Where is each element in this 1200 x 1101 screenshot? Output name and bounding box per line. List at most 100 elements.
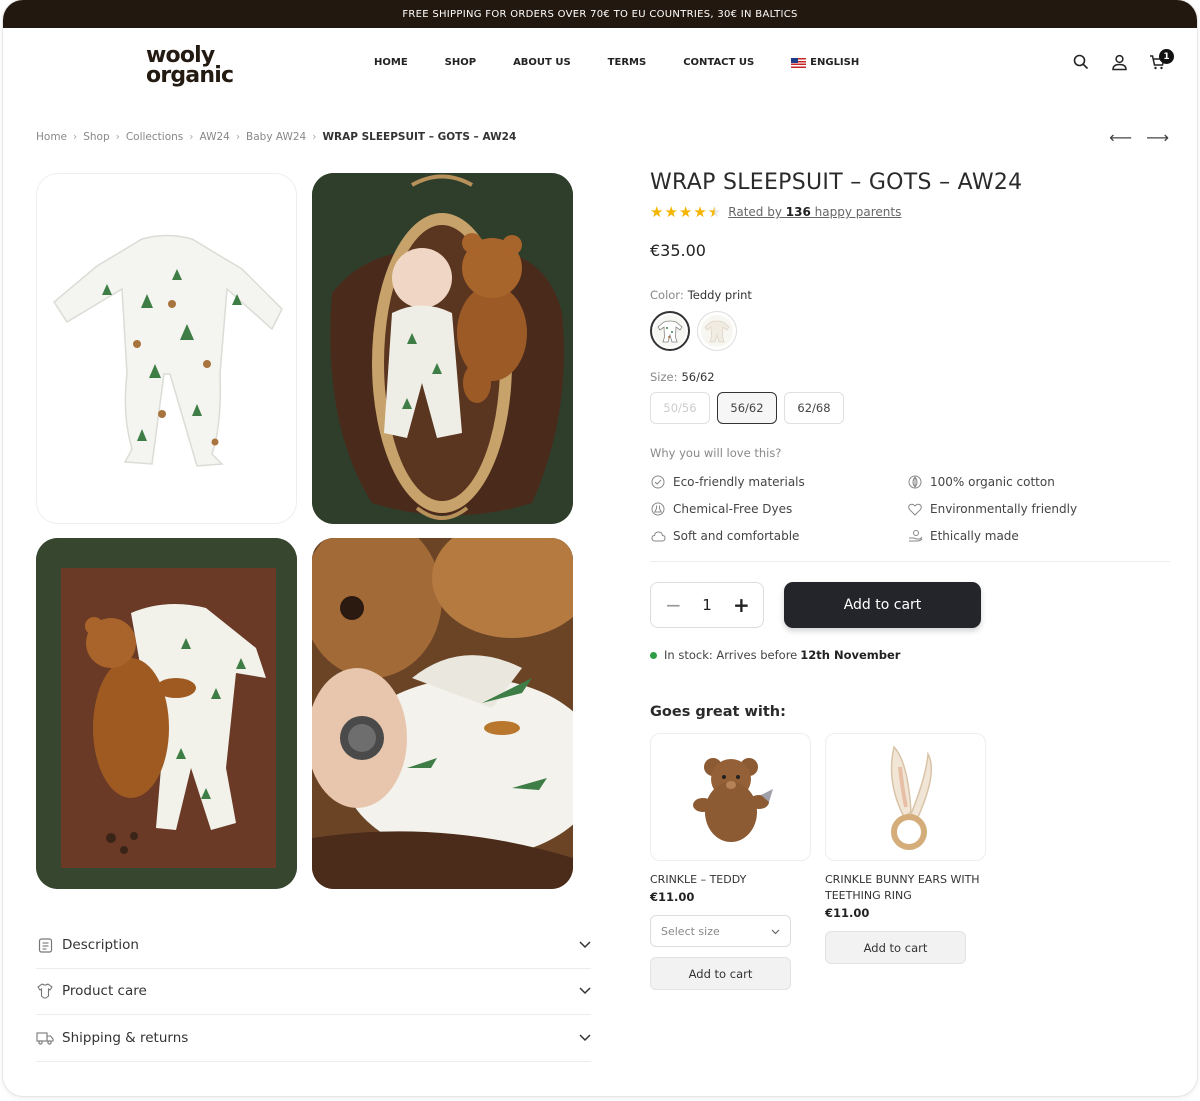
site-header: wooly organic HOME SHOP ABOUT US TERMS C… xyxy=(3,28,1197,100)
cart-count-badge: 1 xyxy=(1159,49,1174,64)
chevron-down-icon xyxy=(579,1030,591,1046)
recommended-product-card: CRINKLE BUNNY EARS WITH TEETHING RING €1… xyxy=(825,733,986,990)
recommended-product-image-teddy[interactable] xyxy=(650,733,811,861)
gallery-image-teddy-on-blanket[interactable] xyxy=(36,538,297,889)
breadcrumb-aw24[interactable]: AW24 xyxy=(199,131,229,143)
nav-shop[interactable]: SHOP xyxy=(445,57,476,68)
language-label: ENGLISH xyxy=(810,57,860,68)
accordion-shipping-returns[interactable]: Shipping & returns xyxy=(36,1015,591,1062)
color-swatch-teddy-print[interactable] xyxy=(650,311,690,351)
color-value: Teddy print xyxy=(687,288,752,302)
flask-icon xyxy=(650,501,666,517)
feature-label: Environmentally friendly xyxy=(930,502,1078,516)
in-stock-dot-icon xyxy=(650,651,657,659)
rating-prefix: Rated by xyxy=(728,205,782,219)
search-icon[interactable] xyxy=(1071,52,1091,72)
recommended-add-to-cart-button[interactable]: Add to cart xyxy=(650,957,791,990)
gallery-image-baby-closeup[interactable] xyxy=(312,538,573,889)
breadcrumb: Home › Shop › Collections › AW24 › Baby AW24… xyxy=(36,131,516,143)
star-full-icon: ★ xyxy=(650,203,664,221)
heart-icon xyxy=(907,501,923,517)
nav-terms[interactable]: TERMS xyxy=(608,57,647,68)
quantity-value[interactable]: 1 xyxy=(702,596,712,614)
goes-great-with-heading: Goes great with: xyxy=(650,704,786,720)
nav-home[interactable]: HOME xyxy=(374,57,408,68)
recommended-product-price: €11.00 xyxy=(825,906,870,920)
recommended-product-name[interactable]: CRINKLE BUNNY EARS WITH TEETHING RING xyxy=(825,872,985,904)
us-flag-icon xyxy=(791,57,807,68)
language-selector[interactable]: ENGLISH xyxy=(791,57,859,68)
add-to-cart-button[interactable]: Add to cart xyxy=(784,582,981,628)
hand-care-icon xyxy=(907,528,923,544)
recommended-product-name[interactable]: CRINKLE – TEDDY xyxy=(650,872,810,888)
main-nav: HOME SHOP ABOUT US TERMS CONTACT US ENGL… xyxy=(374,57,896,68)
breadcrumb-separator: › xyxy=(189,131,194,143)
recommended-product-card: CRINKLE – TEDDY €11.00 Select size Add t… xyxy=(650,733,811,990)
logo[interactable]: wooly organic xyxy=(146,45,234,87)
product-rating[interactable]: ★ ★ ★ ★ ★ Rated by 136 happy parents xyxy=(650,203,1170,221)
breadcrumb-baby-aw24[interactable]: Baby AW24 xyxy=(246,131,306,143)
recommended-products: CRINKLE – TEDDY €11.00 Select size Add t… xyxy=(650,733,1170,990)
product-title: WRAP SLEEPSUIT – GOTS – AW24 xyxy=(650,170,1023,195)
truck-icon xyxy=(36,1029,54,1047)
size-option-label: Size: 56/62 xyxy=(650,370,1170,384)
rating-count: 136 xyxy=(785,205,811,219)
feature-item: Eco-friendly materials xyxy=(650,474,907,490)
size-options: 50/56 56/62 62/68 xyxy=(650,392,1170,424)
breadcrumb-collections[interactable]: Collections xyxy=(126,131,183,143)
stock-status: In stock: Arrives before 12th November xyxy=(650,648,1170,662)
breadcrumb-shop[interactable]: Shop xyxy=(83,131,109,143)
color-swatches xyxy=(650,311,1170,351)
star-full-icon: ★ xyxy=(664,203,678,221)
recommended-product-image-bunny-ears[interactable] xyxy=(825,733,986,861)
breadcrumb-separator: › xyxy=(235,131,241,143)
cart-icon[interactable]: 1 xyxy=(1147,49,1174,72)
recommended-add-to-cart-button[interactable]: Add to cart xyxy=(825,931,966,964)
product-pagination: ⟵ ⟶ xyxy=(1095,128,1169,147)
account-icon[interactable] xyxy=(1109,52,1129,72)
nav-contact-us[interactable]: CONTACT US xyxy=(683,57,754,68)
announcement-text: FREE SHIPPING FOR ORDERS OVER 70€ TO EU … xyxy=(402,8,798,20)
feature-label: Eco-friendly materials xyxy=(673,475,805,489)
feature-item: Ethically made xyxy=(907,528,1164,544)
size-option-50-56[interactable]: 50/56 xyxy=(650,392,710,424)
breadcrumb-home[interactable]: Home xyxy=(36,131,67,143)
quantity-increase-button[interactable]: + xyxy=(733,593,750,617)
stock-text: In stock: Arrives before xyxy=(664,648,798,662)
star-full-icon: ★ xyxy=(693,203,707,221)
size-label: Size: xyxy=(650,370,678,384)
feature-item: Chemical-Free Dyes xyxy=(650,501,907,517)
quantity-decrease-button[interactable]: − xyxy=(665,593,682,617)
feature-item: Environmentally friendly xyxy=(907,501,1164,517)
nav-about-us[interactable]: ABOUT US xyxy=(513,57,571,68)
star-full-icon: ★ xyxy=(678,203,693,221)
gallery-image-sleepsuit-flat[interactable] xyxy=(36,173,297,524)
next-product-arrow-icon[interactable]: ⟶ xyxy=(1146,128,1169,147)
size-value: 56/62 xyxy=(681,370,715,384)
breadcrumb-current: WRAP SLEEPSUIT – GOTS – AW24 xyxy=(322,131,517,143)
feature-list: Eco-friendly materials 100% organic cott… xyxy=(650,474,1170,544)
product-info: WRAP SLEEPSUIT – GOTS – AW24 ★ ★ ★ ★ ★ R… xyxy=(650,170,1170,990)
breadcrumb-separator: › xyxy=(115,131,120,143)
feature-label: Soft and comfortable xyxy=(673,529,800,543)
cloud-icon xyxy=(650,528,666,544)
header-icons: 1 xyxy=(1053,49,1174,72)
accordion-product-care[interactable]: Product care xyxy=(36,969,591,1015)
check-circle-icon xyxy=(650,474,666,490)
stock-date: 12th November xyxy=(800,648,901,662)
size-option-56-62[interactable]: 56/62 xyxy=(717,392,777,424)
gallery-image-baby-basket[interactable] xyxy=(312,173,573,524)
previous-product-arrow-icon[interactable]: ⟵ xyxy=(1109,128,1132,147)
breadcrumb-separator: › xyxy=(73,131,78,143)
page-frame: FREE SHIPPING FOR ORDERS OVER 70€ TO EU … xyxy=(3,0,1197,1096)
chevron-down-icon xyxy=(579,937,591,953)
color-swatch-natural[interactable] xyxy=(697,311,737,351)
feature-item: Soft and comfortable xyxy=(650,528,907,544)
leaf-icon xyxy=(907,474,923,490)
rating-text[interactable]: Rated by 136 happy parents xyxy=(728,205,901,219)
accordion-description[interactable]: Description xyxy=(36,922,591,969)
purchase-row: − 1 + Add to cart xyxy=(650,582,1170,628)
select-size-dropdown[interactable]: Select size xyxy=(650,915,791,947)
chevron-down-icon xyxy=(771,925,780,938)
size-option-62-68[interactable]: 62/68 xyxy=(784,392,844,424)
